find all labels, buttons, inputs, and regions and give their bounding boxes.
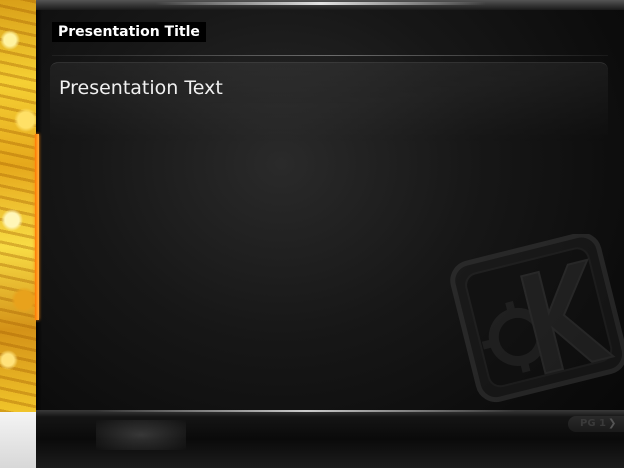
gold-grunge-strip: [0, 0, 36, 412]
slide-body-text[interactable]: Presentation Text: [59, 76, 223, 100]
slide-title[interactable]: Presentation Title: [52, 22, 206, 42]
top-chrome-bar: [36, 0, 624, 10]
content-panel: [50, 62, 608, 143]
chevron-right-icon: ❯: [607, 418, 617, 429]
presentation-slide: Presentation Title Presentation Text PG …: [0, 0, 624, 468]
white-corner-block: [0, 412, 36, 468]
page-number-badge: PG 1 ❯: [568, 416, 624, 432]
kde-logo-icon: [450, 234, 624, 403]
page-number-label: PG 1: [580, 418, 606, 429]
title-divider: [52, 55, 608, 56]
bottom-glow: [96, 420, 186, 450]
orange-accent-bar: [35, 134, 39, 320]
